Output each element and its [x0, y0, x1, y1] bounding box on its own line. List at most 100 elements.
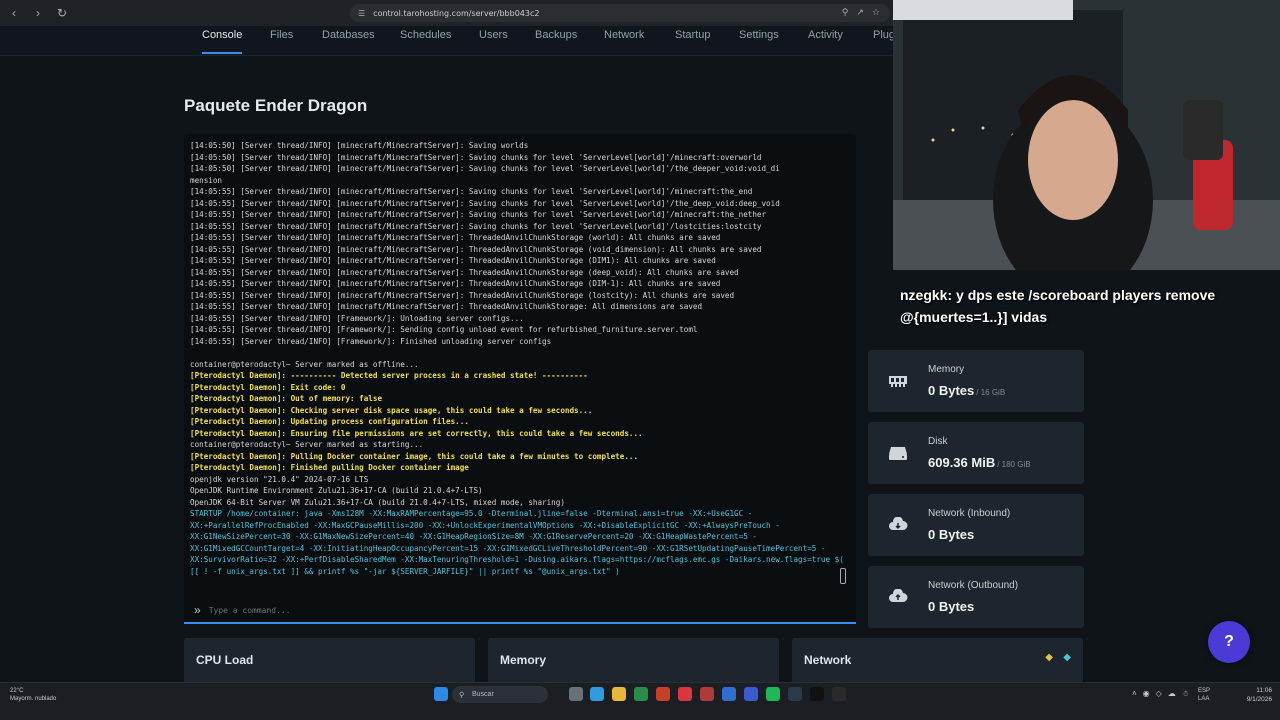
console-line: openjdk version "21.0.4" 2024-07-16 LTS	[190, 474, 369, 484]
vscode-icon[interactable]	[722, 687, 736, 701]
console-line: OpenJDK 64-Bit Server VM Zulu21.36+17-CA…	[190, 497, 565, 507]
search-label: Buscar	[472, 691, 494, 698]
clock[interactable]: 11:06 9/1/2026	[1247, 686, 1272, 704]
console-line: [14:05:55] [Server thread/INFO] [Framewo…	[190, 336, 552, 346]
page-title: Paquete Ender Dragon	[184, 96, 368, 115]
console-line: [14:05:55] [Server thread/INFO] [minecra…	[190, 302, 703, 311]
widgets-icon[interactable]	[590, 687, 604, 701]
console-line: [14:05:55] [Server thread/INFO] [Framewo…	[190, 325, 698, 334]
console-line: [14:05:55] [Server thread/INFO] [minecra…	[190, 244, 762, 254]
app-icon[interactable]	[744, 687, 758, 701]
taskbar-search[interactable]: ⚲ Buscar	[452, 686, 548, 703]
weather-widget[interactable]: 22°C Mayorm. nublado	[10, 687, 56, 703]
console-line: [14:05:55] [Server thread/INFO] [minecra…	[190, 256, 716, 265]
console-line: [14:05:55] [Server thread/INFO] [minecra…	[190, 267, 739, 277]
stat-label: Memory	[928, 364, 965, 375]
graph-title: CPU Load	[196, 653, 254, 667]
console-line: [Pterodactyl Daemon]: Exit code: 0	[190, 382, 346, 392]
clock-date: 9/1/2026	[1246, 696, 1272, 703]
stat-label: Network (Outbound)	[928, 580, 1019, 591]
steam-icon[interactable]	[788, 687, 802, 701]
bookmark-star-icon[interactable]: ☆	[872, 8, 880, 18]
layout-code: LAA	[1198, 696, 1210, 702]
weather-desc: Mayorm. nublado	[10, 696, 57, 702]
tab-network[interactable]: Network	[604, 28, 644, 54]
chat-text: : y dps este /scoreboard players remove …	[900, 287, 1216, 325]
language-indicator[interactable]: ESP LAA	[1198, 687, 1210, 703]
webcam-overlay	[893, 0, 1280, 270]
console-line: [14:05:50] [Server thread/INFO] [minecra…	[190, 164, 780, 173]
cloud-download-icon	[868, 494, 928, 556]
chrome-icon[interactable]	[634, 687, 648, 701]
network-outbound-stat-card: Network (Outbound) 0 Bytes	[868, 566, 1084, 628]
stat-limit: / 180 GiB	[997, 460, 1031, 469]
forward-icon[interactable]: ›	[28, 3, 48, 23]
tab-backups[interactable]: Backups	[535, 28, 577, 54]
tab-activity[interactable]: Activity	[808, 28, 843, 54]
windows-start-icon[interactable]	[434, 687, 448, 701]
network-graph-card: Network ◆ ◆	[792, 638, 1083, 682]
tab-startup[interactable]: Startup	[675, 28, 710, 54]
stat-value: 609.36 MiB	[928, 455, 996, 470]
console-output[interactable]: [14:05:50] [Server thread/INFO] [minecra…	[184, 134, 856, 598]
console-line: [14:05:55] [Server thread/INFO] [Framewo…	[190, 313, 524, 323]
console-line: [14:05:50] [Server thread/INFO] [minecra…	[190, 152, 762, 162]
task-view-icon[interactable]	[569, 687, 583, 701]
server-nav-tabs: Console Files Databases Schedules Users …	[0, 26, 895, 56]
brave-icon[interactable]	[656, 687, 670, 701]
command-bar: »	[184, 598, 856, 624]
console-line: [Pterodactyl Daemon]: Updating process c…	[190, 417, 469, 426]
stat-label: Network (Inbound)	[928, 508, 1011, 519]
spotify-icon[interactable]	[766, 687, 780, 701]
app-icon[interactable]	[700, 687, 714, 701]
tab-databases[interactable]: Databases	[322, 28, 375, 54]
obs-icon[interactable]	[832, 687, 846, 701]
console-line: [Pterodactyl Daemon]: ---------- Detecte…	[190, 371, 588, 380]
stat-value: 0 Bytes	[928, 383, 975, 398]
outbound-legend-icon: ◆	[1063, 652, 1071, 663]
command-input[interactable]	[208, 605, 809, 615]
back-icon[interactable]: ‹	[4, 3, 24, 23]
site-info-icon[interactable]: ☰	[358, 9, 365, 18]
console-line: [14:05:50] [Server thread/INFO] [minecra…	[190, 141, 529, 150]
console-line: [14:05:55] [Server thread/INFO] [minecra…	[190, 233, 721, 242]
zoom-icon[interactable]: ⚲	[842, 8, 849, 18]
console-line: [Pterodactyl Daemon]: Ensuring file perm…	[190, 428, 643, 438]
app-icon[interactable]	[810, 687, 824, 701]
language-code: ESP	[1198, 688, 1211, 694]
help-button[interactable]: ?	[1208, 621, 1250, 663]
file-explorer-icon[interactable]	[612, 687, 626, 701]
tab-plugins[interactable]: Plug	[873, 28, 895, 54]
console-line: mension	[190, 175, 223, 185]
tab-users[interactable]: Users	[479, 28, 508, 54]
reload-icon[interactable]: ↻	[52, 3, 72, 23]
console-line: [14:05:55] [Server thread/INFO] [minecra…	[190, 187, 753, 196]
tab-files[interactable]: Files	[270, 28, 293, 54]
console-line: [14:05:55] [Server thread/INFO] [minecra…	[190, 198, 780, 208]
console-line: [14:05:55] [Server thread/INFO] [minecra…	[190, 210, 767, 219]
share-icon[interactable]: ↗	[856, 8, 864, 18]
prompt-chevron-icon: »	[194, 603, 201, 617]
tab-schedules[interactable]: Schedules	[400, 28, 451, 54]
stat-limit: / 16 GiB	[976, 388, 1006, 397]
address-bar[interactable]: ☰ control.tarohosting.com/server/bbb043c…	[350, 4, 890, 22]
tab-settings[interactable]: Settings	[739, 28, 779, 54]
disk-icon	[868, 422, 928, 484]
app-icon[interactable]	[678, 687, 692, 701]
stat-value: 0 Bytes	[928, 599, 975, 614]
console-startup-command: STARTUP /home/container: java -Xms128M -…	[190, 509, 849, 576]
console-line: container@pterodactyl~ Server marked as …	[190, 440, 424, 449]
console-line: [Pterodactyl Daemon]: Checking server di…	[190, 405, 593, 415]
taskbar: 22°C Mayorm. nublado ⚲ Buscar ˄◉◇☁☃ ESP …	[0, 682, 1280, 720]
cloud-upload-icon	[868, 566, 928, 628]
tab-console[interactable]: Console	[202, 28, 243, 54]
console-line: [Pterodactyl Daemon]: Pulling Docker con…	[190, 451, 639, 461]
console-scrollbar[interactable]	[840, 568, 846, 584]
url-text: control.tarohosting.com/server/bbb043c2	[373, 8, 540, 18]
system-tray[interactable]: ˄◉◇☁☃	[1132, 689, 1195, 698]
stat-label: Disk	[928, 436, 948, 447]
console-line: OpenJDK Runtime Environment Zulu21.36+17…	[190, 486, 483, 495]
disk-stat-card: Disk 609.36 MiB/ 180 GiB	[868, 422, 1084, 484]
chat-username: nzegkk	[900, 287, 948, 303]
